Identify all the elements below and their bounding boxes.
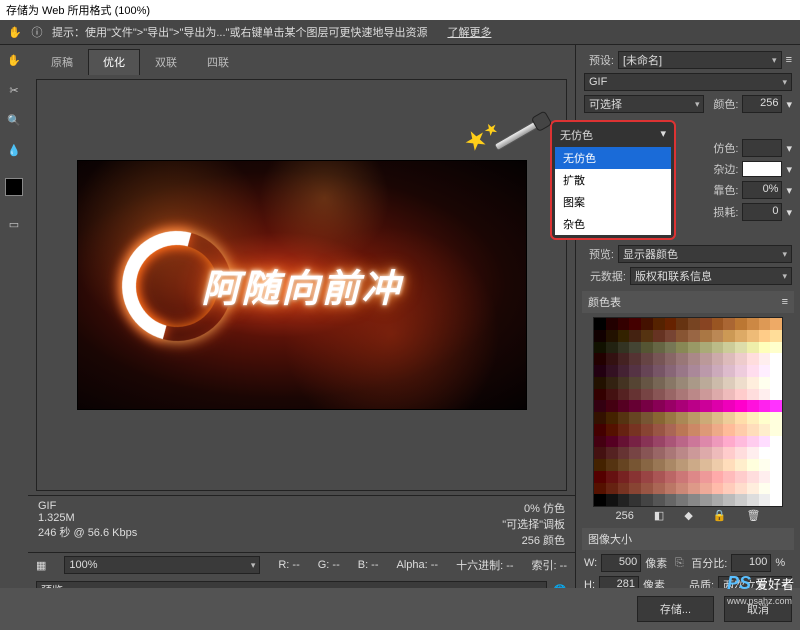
dropdown-option[interactable]: 图案 xyxy=(555,191,671,213)
width-input[interactable]: 500 xyxy=(601,554,641,572)
tool-strip: ✋ ✂ 🔍 💧 ▭ xyxy=(0,45,28,603)
palette-tool-icon[interactable]: ◧ xyxy=(654,509,664,522)
reduction-select[interactable]: 可选择 xyxy=(584,95,704,113)
eyedropper-tool-icon[interactable]: 💧 xyxy=(4,140,24,160)
lossy-input[interactable]: 0 xyxy=(742,203,782,221)
panel-menu-icon[interactable]: ≡ xyxy=(782,296,788,308)
zoom-tool-icon[interactable]: 🔍 xyxy=(4,110,24,130)
color-readout: ▦ 100% R: -- G: -- B: -- Alpha: -- 十六进制:… xyxy=(28,552,575,577)
info-bar: ✋ ⓘ 提示：使用"文件">"导出">"导出为..."或右键单击某个图层可更快速… xyxy=(0,20,800,45)
color-table[interactable] xyxy=(593,317,783,507)
watermark: PS 爱好者 www.psahz.com xyxy=(727,573,794,594)
palette-header: 颜色表≡ xyxy=(582,291,794,313)
toggle-icon[interactable]: ▭ xyxy=(4,214,24,234)
chevron-down-icon: ▾ xyxy=(660,127,666,143)
dropdown-option[interactable]: 无仿色 xyxy=(555,147,671,169)
preset-select[interactable]: [未命名] xyxy=(618,51,782,69)
slice-tool-icon[interactable]: ✂ xyxy=(4,80,24,100)
size-header: 图像大小 xyxy=(582,528,794,550)
dropdown-option[interactable]: 扩散 xyxy=(555,169,671,191)
colors-input[interactable]: 256 xyxy=(742,95,782,113)
foreground-swatch[interactable] xyxy=(5,178,23,196)
matte-swatch[interactable] xyxy=(742,161,782,177)
format-select[interactable]: GIF xyxy=(584,73,792,91)
zoom-select[interactable]: 100% xyxy=(64,556,260,574)
window-title: 存储为 Web 所用格式 (100%) xyxy=(0,0,800,20)
palette-tool-icon[interactable]: ◆ xyxy=(684,509,692,522)
tab-original[interactable]: 原稿 xyxy=(36,49,88,75)
status-bar: GIF 1.325M 246 秒 @ 56.6 Kbps 0% 仿色 "可选择"… xyxy=(28,495,575,552)
percent-input[interactable]: 100 xyxy=(731,554,771,572)
tab-optimized[interactable]: 优化 xyxy=(88,49,140,75)
webshift-input[interactable]: 0% xyxy=(742,181,782,199)
save-button[interactable]: 存储... xyxy=(637,596,714,622)
metadata-select[interactable]: 版权和联系信息 xyxy=(630,267,792,285)
learn-more-link[interactable]: 了解更多 xyxy=(447,24,491,40)
dropdown-option[interactable]: 杂色 xyxy=(555,213,671,235)
hand-icon[interactable]: ✋ xyxy=(8,25,22,39)
dither-dropdown[interactable]: 无仿色▾ 无仿色扩散图案杂色 xyxy=(550,120,676,240)
dither-input[interactable] xyxy=(742,139,782,157)
tip-text: 提示：使用"文件">"导出">"导出为..."或右键单击某个图层可更快速地导出资… xyxy=(52,24,427,40)
tab-4up[interactable]: 四联 xyxy=(192,49,244,75)
palette-tool-icon[interactable]: 🔒 xyxy=(713,509,727,522)
readout-icon[interactable]: ▦ xyxy=(36,559,46,572)
hand-tool-icon[interactable]: ✋ xyxy=(4,50,24,70)
menu-icon[interactable]: ≡ xyxy=(786,54,792,66)
trash-icon[interactable]: 🗑 xyxy=(746,509,760,522)
tab-2up[interactable]: 双联 xyxy=(140,49,192,75)
dialog-footer: 存储... 取消 xyxy=(0,588,800,630)
info-icon: ⓘ xyxy=(30,25,44,39)
preview-tabs: 原稿 优化 双联 四联 xyxy=(28,45,575,75)
preview-select[interactable]: 显示器颜色 xyxy=(618,245,792,263)
link-icon[interactable]: ⎘ xyxy=(671,557,687,570)
artwork-preview: 阿随向前冲 xyxy=(77,160,527,410)
